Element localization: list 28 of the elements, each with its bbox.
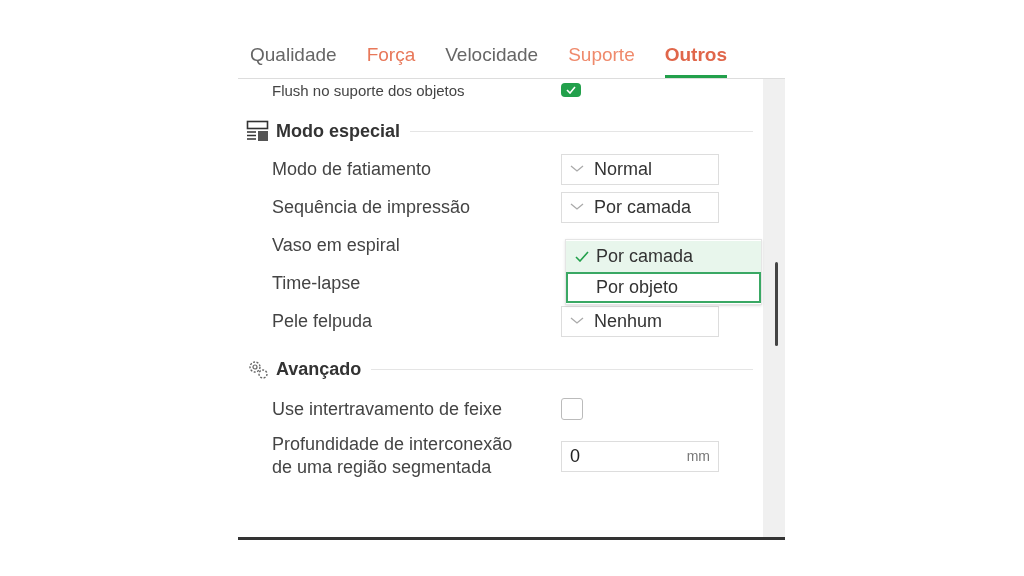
checkmark-icon [566,86,576,94]
scrollbar-thumb[interactable] [775,262,778,346]
layout-icon [246,120,270,142]
setting-label: Pele felpuda [272,309,374,333]
checkmark-icon [575,251,589,262]
select-field[interactable]: Nenhum [561,305,719,337]
setting-label: Modo de fatiamento [272,157,433,181]
setting-label: Profundidade de interconexão de uma região segmentada [272,433,514,479]
select-field[interactable]: Normal [561,153,719,185]
checkbox[interactable] [561,398,583,420]
chevron-down-icon [570,165,584,173]
section-title: Avançado [276,357,362,381]
chevron-down-icon [570,317,584,325]
select-field[interactable]: Por camada [561,191,719,223]
tab[interactable]: Velocidade [445,40,539,78]
section-title: Modo especial [276,119,401,143]
dropdown-option[interactable]: Por camada [566,241,761,272]
setting-label: Flush no suporte dos objetos [272,82,466,98]
gears-icon [246,358,270,380]
number-field[interactable]: 0 mm [561,440,719,472]
setting-label: Sequência de impressão [272,195,472,219]
chevron-down-icon [570,203,584,211]
tab[interactable]: Qualidade [250,40,337,78]
setting-label: Time-lapse [272,271,362,295]
setting-label: Use intertravamento de feixe [272,397,504,421]
dropdown-option[interactable]: Por objeto [566,272,761,303]
setting-label: Vaso em espiral [272,233,401,257]
checkbox[interactable] [561,83,581,97]
